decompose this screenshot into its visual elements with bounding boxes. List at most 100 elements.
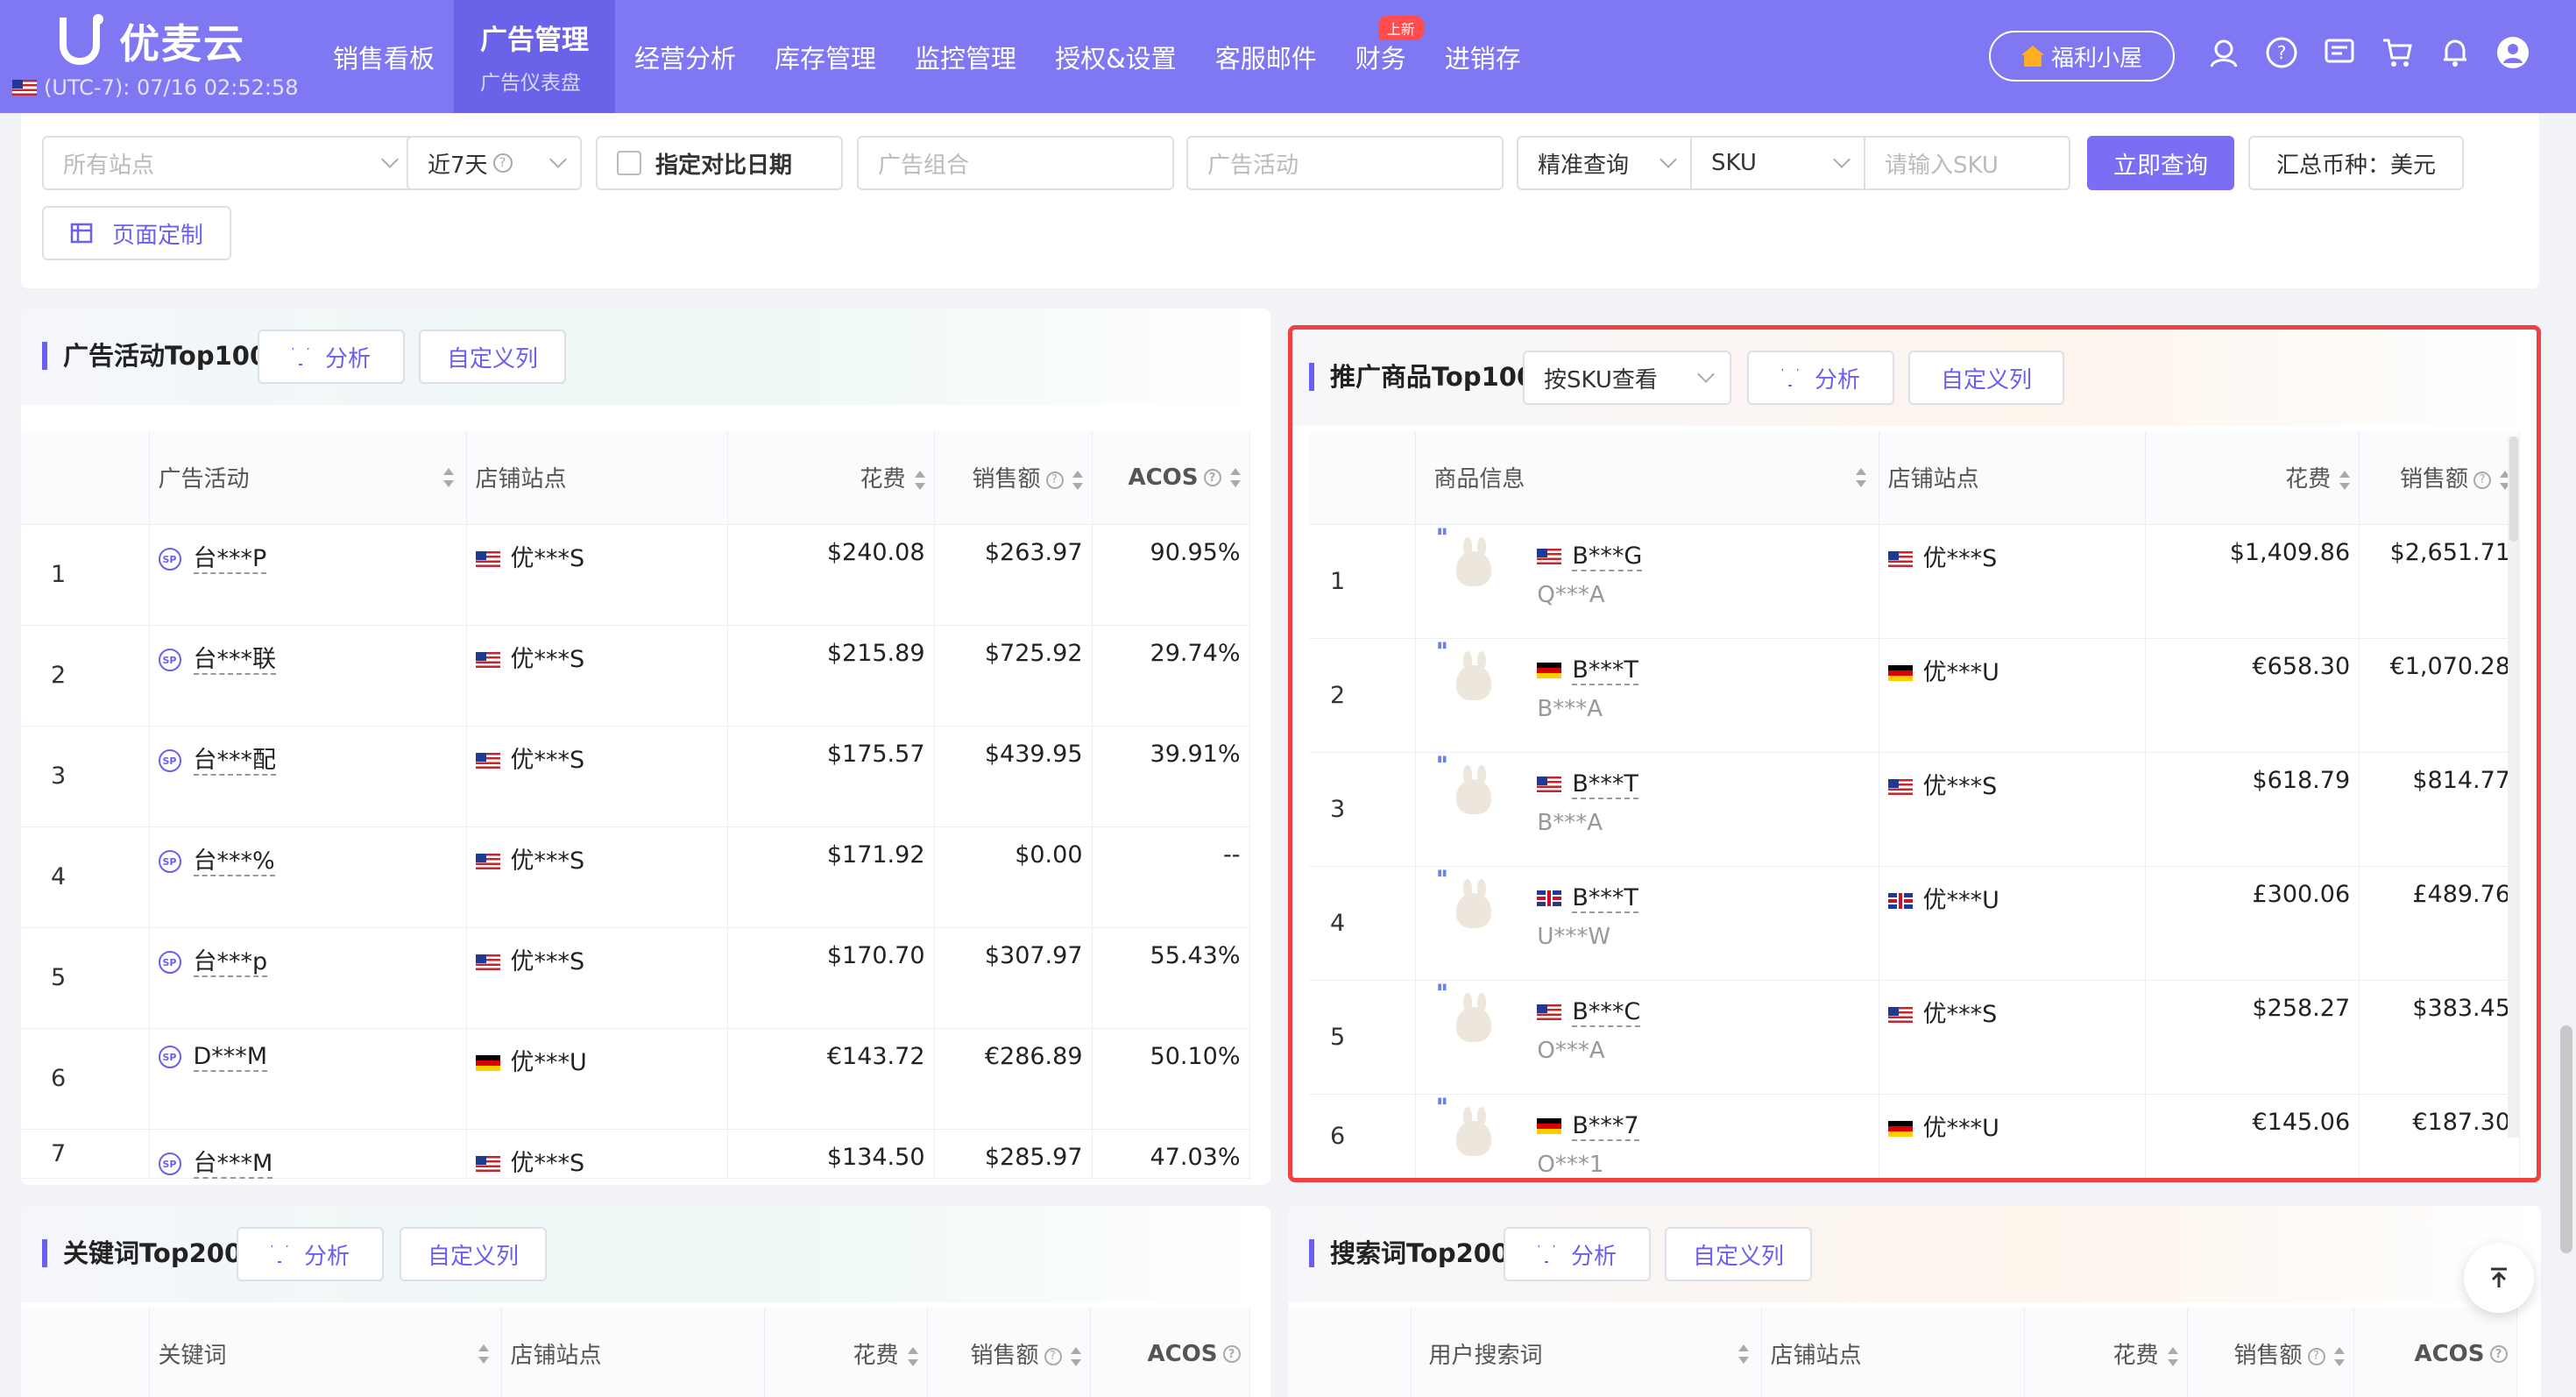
custom-columns-button[interactable]: 自定义列: [1908, 351, 2064, 405]
nav-item[interactable]: 客服邮件: [1196, 0, 1336, 113]
sort-icon[interactable]: [1737, 1344, 1749, 1364]
help-circle-icon[interactable]: ?: [1045, 471, 1064, 489]
custom-columns-button[interactable]: 自定义列: [1665, 1227, 1812, 1281]
nav-item[interactable]: 监控管理: [895, 0, 1036, 113]
message-icon[interactable]: [2322, 35, 2357, 70]
cart-icon[interactable]: [2380, 35, 2415, 70]
sales-column-header[interactable]: 销售额?: [2187, 1308, 2354, 1397]
product-thumbnail[interactable]: ▮▮: [1437, 869, 1504, 940]
campaign-name[interactable]: D***M: [193, 1042, 268, 1072]
welfare-button[interactable]: 福利小屋: [1989, 31, 2175, 82]
analyze-button[interactable]: 分析: [1504, 1227, 1651, 1281]
nav-item[interactable]: 进销存: [1426, 0, 1540, 113]
sales-column-header[interactable]: 销售额?: [2359, 431, 2520, 525]
campaign-cell[interactable]: SP D***M: [149, 1028, 467, 1130]
search-term-column-header[interactable]: 用户搜索词: [1411, 1308, 1762, 1397]
asin-link[interactable]: B***G: [1572, 542, 1643, 571]
campaign-cell[interactable]: SP 台***配: [149, 726, 467, 827]
site-select[interactable]: 所有站点: [42, 136, 414, 190]
bell-icon[interactable]: [2438, 35, 2473, 70]
campaign-name[interactable]: 台***p: [193, 947, 268, 977]
sales-column-header[interactable]: 销售额?: [927, 1308, 1091, 1397]
product-info-cell[interactable]: ▮▮ B***7 O***1: [1415, 1094, 1879, 1178]
nav-item[interactable]: 经营分析: [615, 0, 755, 113]
query-button[interactable]: 立即查询: [2087, 136, 2234, 190]
nav-item[interactable]: 广告管理 广告仪表盘: [454, 0, 616, 113]
campaign-name[interactable]: 台***M: [193, 1149, 273, 1179]
sort-icon[interactable]: [914, 470, 925, 490]
table-row[interactable]: 6 ▮▮ B***7 O***1 优***U €145.06 €187.30: [1309, 1094, 2520, 1178]
asin-link[interactable]: B***T: [1572, 769, 1638, 799]
asin-link[interactable]: B***7: [1572, 1111, 1639, 1141]
campaign-cell[interactable]: SP 台***P: [149, 524, 467, 626]
help-circle-icon[interactable]: ?: [2489, 1345, 2508, 1364]
match-type-select[interactable]: 精准查询: [1517, 136, 1692, 190]
page-customize-button[interactable]: 页面定制: [42, 206, 231, 260]
product-thumbnail[interactable]: ▮▮: [1437, 755, 1504, 826]
campaign-name[interactable]: 台***配: [193, 746, 276, 776]
sort-icon[interactable]: [1070, 1346, 1081, 1366]
asin-link[interactable]: B***T: [1572, 883, 1638, 913]
table-row[interactable]: 2 SP 台***联 优***S $215.89 $725.92 29.74%: [21, 625, 1250, 727]
help-circle-icon[interactable]: ?: [1222, 1345, 1241, 1364]
back-to-top-button[interactable]: [2464, 1243, 2534, 1313]
campaign-name[interactable]: 台***P: [193, 544, 267, 574]
ad-group-input[interactable]: 广告组合: [857, 136, 1174, 190]
app-logo[interactable]: 优麦云: [60, 12, 245, 70]
sort-icon[interactable]: [2339, 470, 2351, 490]
page-scrollbar-thumb[interactable]: [2560, 1025, 2572, 1253]
acos-column-header[interactable]: ACOS?: [2353, 1308, 2517, 1397]
campaign-column-header[interactable]: 广告活动: [149, 431, 467, 525]
campaign-name[interactable]: 台***联: [193, 645, 276, 675]
field-select[interactable]: SKU: [1690, 136, 1865, 190]
custom-columns-button[interactable]: 自定义列: [400, 1227, 547, 1281]
campaign-cell[interactable]: SP 台***%: [149, 826, 467, 928]
product-info-column-header[interactable]: 商品信息: [1415, 431, 1879, 525]
compare-date-toggle[interactable]: 指定对比日期: [596, 136, 843, 190]
product-thumbnail[interactable]: ▮▮: [1437, 1096, 1504, 1168]
asin-link[interactable]: B***T: [1572, 656, 1638, 685]
table-row[interactable]: 5 ▮▮ B***C O***A 优***S $258.27 $383.45: [1309, 980, 2520, 1095]
help-circle-icon[interactable]: ?: [1044, 1347, 1062, 1365]
nav-item[interactable]: 库存管理: [755, 0, 895, 113]
sort-icon[interactable]: [907, 1346, 918, 1366]
campaign-name[interactable]: 台***%: [193, 847, 275, 876]
table-row[interactable]: 1 ▮▮ B***G Q***A 优***S $1,409.86 $2,651.71: [1309, 524, 2520, 639]
sort-icon[interactable]: [1072, 470, 1083, 490]
sort-icon[interactable]: [442, 468, 454, 487]
sort-icon[interactable]: [478, 1344, 489, 1364]
nav-item[interactable]: 销售看板: [314, 0, 454, 113]
compare-checkbox[interactable]: [617, 151, 641, 175]
campaign-cell[interactable]: SP 台***M: [149, 1129, 467, 1179]
spend-column-header[interactable]: 花费: [764, 1308, 928, 1397]
sort-icon[interactable]: [1229, 468, 1241, 488]
campaign-cell[interactable]: SP 台***p: [149, 927, 467, 1029]
sku-search-input[interactable]: 请输入SKU: [1864, 136, 2070, 190]
product-info-cell[interactable]: ▮▮ B***T U***W: [1415, 866, 1879, 981]
product-info-cell[interactable]: ▮▮ B***G Q***A: [1415, 524, 1879, 639]
sort-icon[interactable]: [2333, 1346, 2345, 1366]
scrollbar-thumb[interactable]: [2509, 436, 2518, 542]
table-row[interactable]: 7 SP 台***M 优***S $134.50 $285.97 47.03%: [21, 1129, 1250, 1179]
customer-service-icon[interactable]: [2206, 35, 2241, 70]
table-row[interactable]: 3 SP 台***配 优***S $175.57 $439.95 39.91%: [21, 726, 1250, 827]
help-icon[interactable]: ?: [2264, 35, 2299, 70]
table-row[interactable]: 1 SP 台***P 优***S $240.08 $263.97 90.95%: [21, 524, 1250, 626]
sales-column-header[interactable]: 销售额?: [934, 431, 1093, 525]
spend-column-header[interactable]: 花费: [2024, 1308, 2188, 1397]
product-info-cell[interactable]: ▮▮ B***T B***A: [1415, 752, 1879, 867]
table-scrollbar[interactable]: [2508, 436, 2520, 1138]
product-info-cell[interactable]: ▮▮ B***C O***A: [1415, 980, 1879, 1095]
analyze-button[interactable]: 分析: [1747, 351, 1894, 405]
product-thumbnail[interactable]: ▮▮: [1437, 641, 1504, 713]
custom-columns-button[interactable]: 自定义列: [419, 330, 566, 384]
currency-button[interactable]: 汇总币种：美元: [2248, 136, 2464, 190]
nav-item[interactable]: 财务 上新: [1336, 0, 1426, 113]
acos-column-header[interactable]: ACOS?: [1092, 431, 1250, 525]
view-mode-select[interactable]: 按SKU查看: [1523, 351, 1731, 405]
campaign-input[interactable]: 广告活动: [1186, 136, 1504, 190]
spend-column-header[interactable]: 花费: [727, 431, 935, 525]
table-row[interactable]: 6 SP D***M 优***U €143.72 €286.89 50.10%: [21, 1028, 1250, 1130]
spend-column-header[interactable]: 花费: [2145, 431, 2360, 525]
asin-link[interactable]: B***C: [1572, 997, 1641, 1027]
